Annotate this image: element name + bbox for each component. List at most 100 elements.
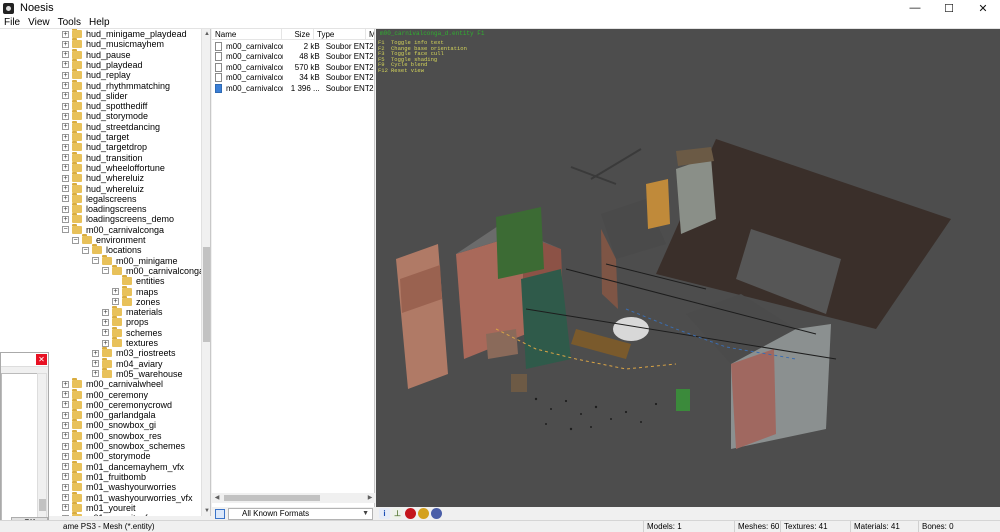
expand-icon[interactable]: + xyxy=(62,123,69,131)
menu-help[interactable]: Help xyxy=(85,17,114,28)
tree-item[interactable]: + m05_warehouse xyxy=(92,367,183,379)
tree-vertical-scrollbar[interactable]: ▲ ▼ xyxy=(201,29,210,516)
refresh-icon[interactable] xyxy=(215,509,225,519)
format-filter-select[interactable]: All Known Formats ▼ xyxy=(228,508,373,520)
expand-icon[interactable]: + xyxy=(92,360,99,368)
record-icon[interactable] xyxy=(405,508,416,519)
tree-item[interactable]: + m00_ceremonycrowd xyxy=(62,398,172,410)
expand-icon[interactable]: + xyxy=(62,421,69,429)
tree-item[interactable]: + props xyxy=(102,316,149,327)
expand-icon[interactable]: + xyxy=(62,40,69,48)
collapse-icon[interactable]: − xyxy=(92,257,99,265)
dialog-title-bar[interactable]: ✕ xyxy=(1,353,48,367)
sphere-icon[interactable] xyxy=(418,508,429,519)
tree-item[interactable]: + hud_rhythmmatching xyxy=(62,79,170,91)
file-list-horizontal-scrollbar[interactable]: ◀ ▶ xyxy=(212,493,375,503)
tree-item[interactable]: + m00_carnivalwheel xyxy=(62,378,163,389)
expand-icon[interactable]: + xyxy=(92,370,99,378)
tree-item[interactable]: + hud_targetdrop xyxy=(62,141,147,152)
dialog-scrollbar[interactable] xyxy=(37,373,47,523)
column-name[interactable]: Name xyxy=(212,29,282,39)
lighting-icon[interactable] xyxy=(431,508,442,519)
expand-icon[interactable]: + xyxy=(62,82,69,89)
tree-item[interactable]: + hud_streetdancing xyxy=(62,120,160,132)
scroll-down-arrow-icon[interactable]: ▼ xyxy=(202,506,210,516)
expand-icon[interactable]: + xyxy=(62,205,69,213)
column-size[interactable]: Size xyxy=(282,29,314,39)
file-row[interactable]: m00_carnivalconga_... 48 kB Soubor ENTITY2 xyxy=(212,52,374,62)
tree-item[interactable]: + m01_washyourworries_vfx xyxy=(62,491,193,503)
expand-icon[interactable]: + xyxy=(62,112,69,120)
tree-item[interactable]: + m00_snowbox_res xyxy=(62,429,162,441)
expand-icon[interactable]: + xyxy=(62,411,69,419)
scroll-up-arrow-icon[interactable]: ▲ xyxy=(202,29,210,39)
expand-icon[interactable]: + xyxy=(62,401,69,409)
tree-item[interactable]: entities xyxy=(112,275,165,286)
close-button[interactable]: ✕ xyxy=(966,0,1000,16)
expand-icon[interactable]: + xyxy=(112,298,119,306)
scroll-right-arrow-icon[interactable]: ▶ xyxy=(365,493,375,503)
expand-icon[interactable]: + xyxy=(62,442,69,450)
expand-icon[interactable]: + xyxy=(102,308,109,316)
expand-icon[interactable]: + xyxy=(62,380,69,388)
file-row[interactable]: m00_carnivalconga_... 1 396 ... Soubor ENT… xyxy=(212,83,374,93)
expand-icon[interactable]: + xyxy=(62,494,69,501)
info-icon[interactable]: i xyxy=(379,508,390,519)
expand-icon[interactable]: + xyxy=(62,92,69,100)
file-row[interactable]: m00_carnivalconga_... 2 kB Soubor ENTITY2 xyxy=(212,41,374,51)
expand-icon[interactable]: + xyxy=(62,504,69,512)
dialog-list[interactable] xyxy=(1,373,40,523)
tree-item[interactable]: + hud_replay xyxy=(62,69,131,80)
expand-icon[interactable]: + xyxy=(62,452,69,460)
expand-icon[interactable]: + xyxy=(62,174,69,182)
collapse-icon[interactable]: − xyxy=(82,246,89,254)
minimize-button[interactable]: — xyxy=(898,0,932,16)
file-list[interactable]: Name Size Type M m00_carnivalconga_... 2 … xyxy=(212,29,375,507)
tree-item[interactable]: + hud_musicmayhem xyxy=(62,38,164,49)
tree-item[interactable]: − m00_carnivalconga xyxy=(102,264,204,276)
file-row[interactable]: m00_carnivalconga_... 34 kB Soubor ENTITY2 xyxy=(212,73,374,83)
menu-file[interactable]: File xyxy=(0,17,24,28)
expand-icon[interactable]: + xyxy=(102,329,109,337)
expand-icon[interactable]: + xyxy=(62,473,69,481)
axis-icon[interactable]: ⊥ xyxy=(392,508,403,519)
expand-icon[interactable]: + xyxy=(62,195,69,203)
tree-item[interactable]: + hud_storymode xyxy=(62,110,148,121)
tree-item[interactable]: − locations xyxy=(82,244,142,255)
expand-icon[interactable]: + xyxy=(62,185,69,192)
expand-icon[interactable]: + xyxy=(92,349,99,357)
tree-item[interactable]: + m03_riostreets xyxy=(92,347,176,358)
expand-icon[interactable]: + xyxy=(62,71,69,79)
expand-icon[interactable]: + xyxy=(62,51,69,59)
model-viewport[interactable]: m00_carnivalconga_d.entity F1 F1 Toggle i… xyxy=(376,29,1000,507)
tree-item[interactable]: + schemes xyxy=(102,326,162,338)
tree-item[interactable]: − m00_carnivalconga xyxy=(62,223,164,235)
tree-item[interactable]: + materials xyxy=(102,306,163,317)
tree-item[interactable]: + maps xyxy=(112,285,158,297)
tree-item[interactable]: + hud_wheeloffortune xyxy=(62,161,165,173)
tree-item[interactable]: + m00_snowbox_schemes xyxy=(62,440,185,451)
dialog-scroll-thumb[interactable] xyxy=(39,499,46,511)
expand-icon[interactable]: + xyxy=(62,154,69,162)
expand-icon[interactable]: + xyxy=(62,102,69,110)
maximize-button[interactable]: ☐ xyxy=(932,0,966,16)
tree-item[interactable]: + textures xyxy=(102,337,158,348)
expand-icon[interactable]: + xyxy=(62,463,69,471)
tree-item[interactable]: + m00_snowbox_gi xyxy=(62,419,156,430)
column-type[interactable]: Type xyxy=(314,29,366,39)
menu-view[interactable]: View xyxy=(24,17,54,28)
expand-icon[interactable]: + xyxy=(62,133,69,141)
tree-item[interactable]: + m01_dancemayhem_vfx xyxy=(62,460,184,472)
expand-icon[interactable]: + xyxy=(112,288,119,295)
expand-icon[interactable]: + xyxy=(62,514,69,516)
expand-icon[interactable]: + xyxy=(62,143,69,151)
expand-icon[interactable]: + xyxy=(62,391,69,398)
dialog-close-icon[interactable]: ✕ xyxy=(36,354,47,365)
tree-item[interactable]: − m00_minigame xyxy=(92,254,178,266)
tree-item[interactable]: + loadingscreens_demo xyxy=(62,213,174,224)
column-modified[interactable]: M xyxy=(366,29,374,39)
tree-item[interactable]: + zones xyxy=(112,295,160,307)
tree-item[interactable]: + m01_youreit_vfx xyxy=(62,512,152,516)
tree-scroll-thumb[interactable] xyxy=(203,247,210,342)
tree-item[interactable]: + hud_whereluiz xyxy=(62,172,144,183)
